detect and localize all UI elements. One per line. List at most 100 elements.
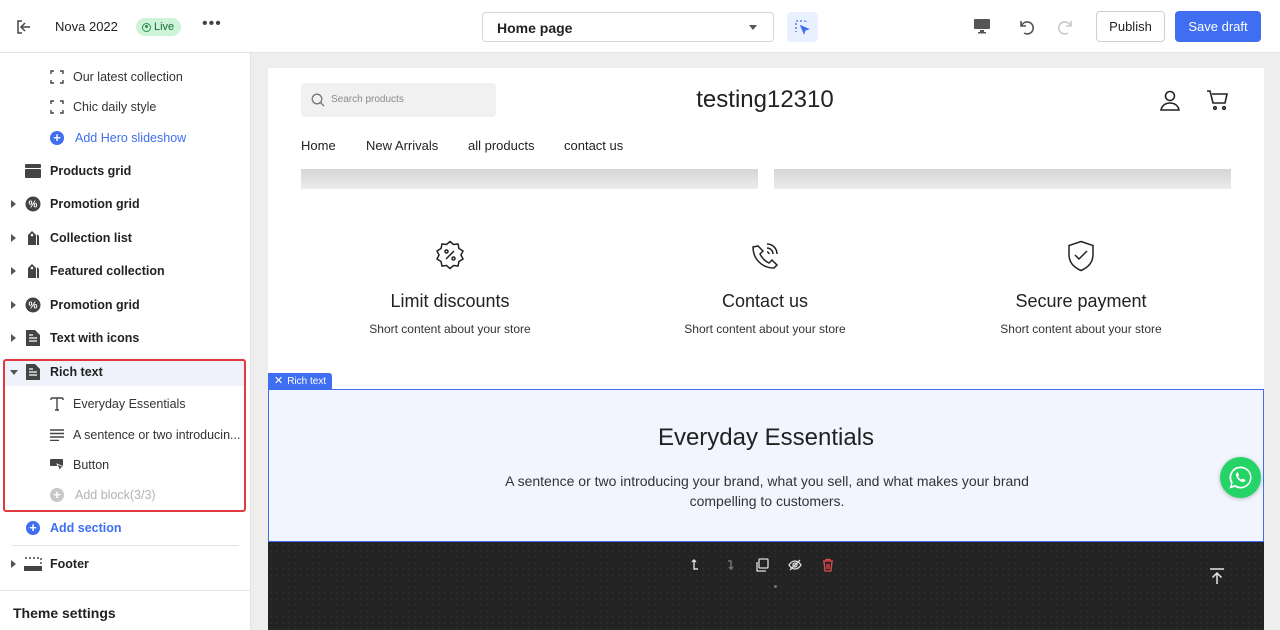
add-section-button[interactable]: + Add section [0, 514, 250, 542]
sidebar-item-label: Promotion grid [50, 197, 140, 211]
move-down-icon[interactable] [722, 558, 736, 572]
store-title[interactable]: testing12310 [665, 86, 865, 114]
save-draft-button[interactable]: Save draft [1175, 11, 1261, 42]
document-icon [24, 363, 42, 381]
shield-check-icon [1068, 240, 1094, 272]
block-chic-daily-style[interactable]: Chic daily style [0, 93, 250, 121]
caret-right-icon[interactable] [11, 234, 16, 242]
page-select[interactable]: Home page [482, 12, 774, 42]
status-badge: Live [136, 18, 182, 36]
feature-title: Limit discounts [390, 291, 510, 311]
sidebar-item-label: Products grid [50, 164, 132, 178]
theme-settings[interactable]: Theme settings [0, 590, 250, 630]
add-hero-slideshow-button[interactable]: + Add Hero slideshow [0, 124, 250, 152]
document-icon [24, 329, 42, 347]
sidebar-item-label: Promotion grid [50, 298, 140, 312]
sidebar-item-label: Button [73, 458, 110, 472]
sidebar-item-label: Add block(3/3) [75, 488, 156, 502]
account-icon[interactable] [1158, 88, 1182, 117]
feature-title: Contact us [721, 291, 809, 311]
block-heading[interactable]: Everyday Essentials [0, 390, 250, 418]
section-promotion-grid[interactable]: % Promotion grid [0, 190, 250, 218]
phone-call-icon [752, 243, 779, 269]
add-circle-icon: + [24, 519, 42, 537]
sidebar-item-label: Everyday Essentials [73, 397, 186, 411]
divider [12, 545, 239, 546]
cursor-select-icon [795, 20, 810, 35]
caret-right-icon[interactable] [11, 560, 16, 568]
banner-image [301, 169, 758, 189]
caret-down-icon[interactable] [10, 369, 18, 375]
exit-icon[interactable] [15, 18, 33, 36]
rich-text-section[interactable]: Everyday Essentials A sentence or two in… [268, 389, 1264, 542]
caret-right-icon[interactable] [11, 334, 16, 342]
sidebar-item-label: Chic daily style [73, 100, 157, 114]
ellipsis-icon: ••• [30, 53, 41, 58]
selected-section-label: Rich text [287, 376, 327, 387]
whatsapp-icon [1229, 466, 1252, 489]
hide-icon[interactable] [788, 558, 802, 572]
nav-link-contact-us[interactable]: contact us [564, 138, 623, 153]
caret-right-icon[interactable] [11, 200, 16, 208]
block-our-latest-collection[interactable]: Our latest collection [0, 63, 250, 91]
redo-icon[interactable] [1056, 17, 1076, 42]
desktop-view-icon[interactable] [973, 18, 991, 39]
paragraph-icon [49, 426, 65, 444]
add-block-button[interactable]: + Add block(3/3) [0, 481, 250, 509]
block-button[interactable]: Button [0, 451, 250, 479]
slide-frame-icon [49, 68, 65, 86]
sidebar-item-label: Our latest collection [73, 70, 183, 84]
back-to-top-icon[interactable] [1208, 567, 1226, 590]
rich-text-paragraph[interactable]: A sentence or two introducing your brand… [487, 471, 1047, 511]
sidebar-item-label: Featured collection [50, 264, 165, 278]
section-rich-text[interactable]: Rich text [5, 358, 245, 386]
close-icon[interactable]: ✕ [274, 373, 283, 390]
nav-link-all-products[interactable]: all products [468, 138, 534, 153]
store-name: Nova 2022 [55, 19, 118, 34]
section-products-grid[interactable]: Products grid [0, 157, 250, 185]
footer-icon [24, 555, 42, 573]
block-text[interactable]: A sentence or two introducin... [0, 421, 250, 449]
sidebar-item-label: Add Hero slideshow [75, 131, 187, 145]
selected-section-tag[interactable]: ✕ Rich text [268, 373, 333, 390]
caret-right-icon[interactable] [11, 301, 16, 309]
section-footer[interactable]: Footer [0, 550, 250, 578]
search-input[interactable]: Search products [301, 83, 496, 117]
undo-icon[interactable] [1016, 17, 1036, 42]
percent-badge-icon: % [24, 195, 42, 213]
status-badge-label: Live [154, 21, 175, 33]
caret-right-icon[interactable] [11, 267, 16, 275]
section-promotion-grid-2[interactable]: % Promotion grid [0, 291, 250, 319]
nav-link-home[interactable]: Home [301, 138, 336, 153]
nav-link-new-arrivals[interactable]: New Arrivals [366, 138, 438, 153]
duplicate-icon[interactable] [755, 558, 769, 572]
delete-icon[interactable] [821, 558, 835, 572]
section-toolbar [689, 558, 835, 572]
section-collection-list[interactable]: Collection list [0, 224, 250, 252]
section-text-with-icons[interactable]: Text with icons [0, 324, 250, 352]
discount-badge-icon [436, 240, 464, 270]
search-icon [311, 93, 325, 107]
live-dot-icon [142, 22, 151, 32]
section-featured-collection[interactable]: Featured collection [0, 257, 250, 285]
sidebar-item-label: Text with icons [50, 331, 140, 345]
inspect-button[interactable] [787, 12, 818, 42]
sidebar-item-label: Collection list [50, 231, 132, 245]
add-circle-icon: + [49, 129, 65, 147]
footer-section[interactable] [268, 542, 1264, 630]
move-up-icon[interactable] [689, 558, 703, 572]
feature-description: Short content about your store [684, 322, 846, 336]
search-placeholder: Search products [331, 94, 404, 105]
chevron-down-icon [749, 25, 757, 30]
rich-text-heading[interactable]: Everyday Essentials [269, 424, 1263, 452]
publish-button[interactable]: Publish [1096, 11, 1165, 42]
percent-badge-icon: % [24, 296, 42, 314]
store-preview: Search products testing12310 Home New Ar… [268, 68, 1264, 630]
svg-text:%: % [29, 301, 38, 312]
more-options-button[interactable]: ••• [202, 15, 222, 33]
feature-description: Short content about your store [369, 322, 531, 336]
whatsapp-button[interactable] [1220, 457, 1261, 498]
editor-topbar: Nova 2022 Live ••• Home page Publish Sav… [0, 0, 1280, 53]
cart-icon[interactable] [1206, 88, 1230, 117]
sections-sidebar: ••• Our latest collection Chic daily sty… [0, 53, 251, 630]
